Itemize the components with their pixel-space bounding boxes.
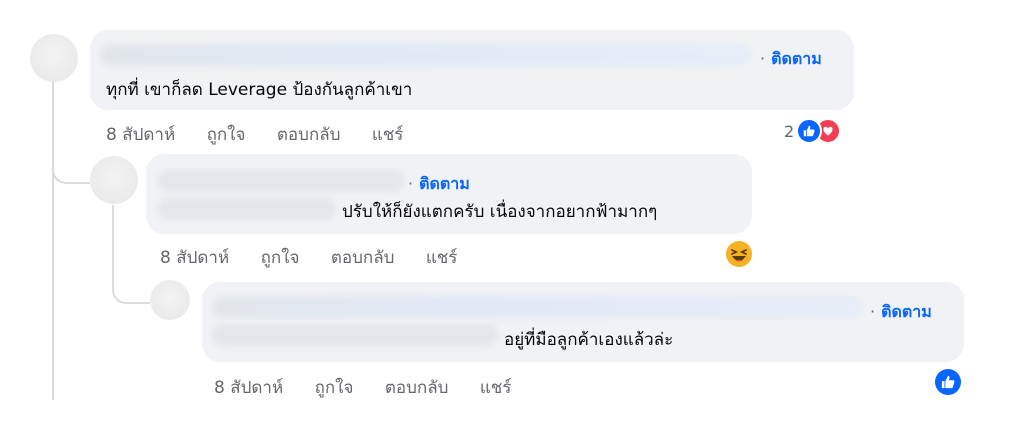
timestamp[interactable]: 8 สัปดาห์ <box>160 248 229 268</box>
comment-actions: 8 สัปดาห์ ถูกใจ ตอบกลับ แชร์ <box>160 244 483 271</box>
mention-blurred[interactable] <box>212 324 498 346</box>
reaction-summary[interactable] <box>725 240 753 272</box>
comment-actions: 8 สัปดาห์ ถูกใจ ตอบกลับ แชร์ <box>106 121 429 148</box>
avatar[interactable] <box>90 156 138 204</box>
author-name-blurred[interactable] <box>212 296 862 318</box>
like-button[interactable]: ถูกใจ <box>261 248 300 268</box>
reaction-summary[interactable] <box>935 369 961 395</box>
follow-button[interactable]: · ติดตาม <box>870 300 932 325</box>
thread-line <box>52 200 54 400</box>
reply-button[interactable]: ตอบกลับ <box>277 125 341 145</box>
share-button[interactable]: แชร์ <box>480 378 512 398</box>
follow-button[interactable]: · ติดตาม <box>408 172 470 197</box>
like-button[interactable]: ถูกใจ <box>315 378 354 398</box>
like-button[interactable]: ถูกใจ <box>207 125 246 145</box>
follow-button[interactable]: · ติดตาม <box>760 47 822 72</box>
avatar[interactable] <box>150 280 190 320</box>
avatar[interactable] <box>30 34 78 82</box>
reply-button[interactable]: ตอบกลับ <box>385 378 449 398</box>
haha-icon <box>726 241 752 267</box>
reaction-summary[interactable]: 2 <box>784 118 842 144</box>
author-name-blurred[interactable] <box>100 44 750 66</box>
share-button[interactable]: แชร์ <box>426 248 458 268</box>
share-button[interactable]: แชร์ <box>372 125 404 145</box>
thread-elbow <box>52 160 90 184</box>
comment-actions: 8 สัปดาห์ ถูกใจ ตอบกลับ แชร์ <box>214 374 537 401</box>
like-icon <box>796 118 823 144</box>
comment-text: ทุกที่ เขาก็ลด Leverage ป้องกันลูกค้าเขา <box>106 80 413 100</box>
timestamp[interactable]: 8 สัปดาห์ <box>106 125 175 145</box>
reaction-count: 2 <box>784 121 795 141</box>
like-icon <box>935 369 961 395</box>
comment-text: ปรับให้ก็ยังแตกครับ เนื่องจากอยากฟ้ามากๆ <box>342 202 658 222</box>
mention-blurred[interactable] <box>158 198 336 220</box>
thread-line <box>52 80 54 200</box>
reply-button[interactable]: ตอบกลับ <box>331 248 395 268</box>
thread-elbow <box>112 272 150 304</box>
timestamp[interactable]: 8 สัปดาห์ <box>214 378 283 398</box>
author-name-blurred[interactable] <box>158 170 404 192</box>
comment-text: อยู่ที่มือลูกค้าเองแล้วล่ะ <box>504 330 674 350</box>
